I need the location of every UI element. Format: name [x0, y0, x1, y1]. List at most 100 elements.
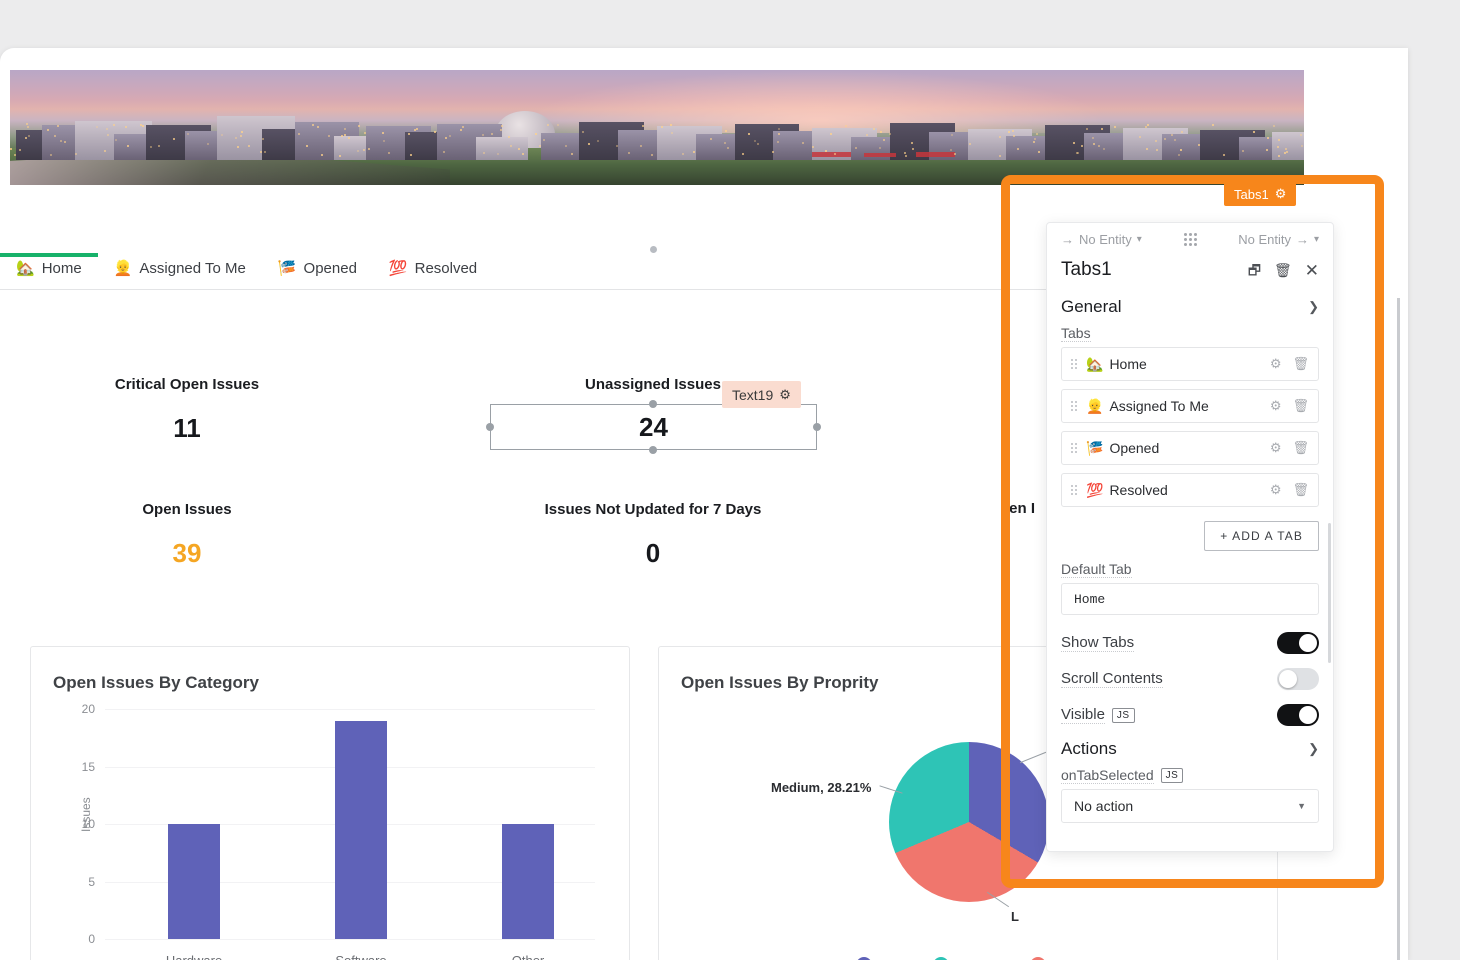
gear-icon[interactable]: ⚙: [1270, 482, 1282, 498]
tab-opened[interactable]: 🎏 Opened: [262, 253, 373, 286]
duplicate-icon[interactable]: 🗗: [1248, 263, 1261, 277]
visible-label: Visible JS: [1061, 706, 1135, 724]
window-light: [1086, 128, 1088, 130]
close-icon[interactable]: ✕: [1305, 262, 1319, 279]
section-header-general[interactable]: General ❯: [1047, 291, 1333, 325]
chevron-down-icon[interactable]: ▾: [1314, 234, 1319, 245]
tab-row-home[interactable]: 🏡 Home ⚙ 🗑: [1061, 347, 1319, 381]
tabs-label-text: Tabs: [1061, 325, 1091, 342]
drag-handle-icon[interactable]: [1071, 401, 1077, 411]
window-light: [482, 134, 484, 136]
gridline-0: 0: [105, 939, 595, 940]
show-tabs-toggle[interactable]: [1277, 632, 1319, 654]
window-light: [368, 148, 370, 150]
tab-row-assigned-to-me[interactable]: 👱 Assigned To Me ⚙ 🗑: [1061, 389, 1319, 423]
window-light: [449, 135, 451, 137]
tab-resolved[interactable]: 💯 Resolved: [373, 253, 493, 286]
gear-icon[interactable]: ⚙: [1270, 356, 1282, 372]
tab-assigned-to-me-label: Assigned To Me: [139, 260, 245, 277]
window-light: [1038, 151, 1040, 153]
trash-icon[interactable]: 🗑: [1292, 356, 1309, 372]
bar-chart-y-axis-label: Issues: [79, 797, 93, 832]
unassigned-issues-widget-selected[interactable]: 24: [490, 404, 817, 450]
show-tabs-row: Show Tabs: [1047, 625, 1333, 661]
tab-row-resolved-label: Resolved: [1109, 482, 1258, 498]
scroll-contents-label-text: Scroll Contents: [1061, 670, 1163, 688]
panel-header: Tabs1 🗗 🗑 ✕: [1047, 255, 1333, 291]
trash-icon[interactable]: 🗑: [1292, 440, 1309, 456]
trash-icon[interactable]: 🗑: [1292, 398, 1309, 414]
properties-panel[interactable]: → No Entity ▾ No Entity → ▾ Tabs1 🗗 🗑 ✕ …: [1046, 222, 1334, 852]
metric-title-open-issues: Open Issues: [62, 501, 312, 518]
window-light: [142, 125, 144, 127]
bar-hardware[interactable]: [168, 824, 220, 939]
tab-assigned-to-me[interactable]: 👱 Assigned To Me: [98, 253, 262, 286]
arrow-right-icon: →: [1296, 232, 1309, 247]
resize-handle-top[interactable]: [649, 400, 657, 408]
widget-label-badge-text19[interactable]: Text19 ⚙: [722, 381, 801, 408]
window-light: [802, 142, 804, 144]
window-light: [221, 134, 223, 136]
window-light: [173, 138, 175, 140]
drag-handle-icon[interactable]: [1071, 485, 1077, 495]
window-light: [358, 125, 360, 127]
js-chip-visible[interactable]: JS: [1112, 708, 1135, 723]
gear-icon[interactable]: ⚙: [1275, 186, 1287, 202]
chevron-down-icon[interactable]: ▼: [1297, 801, 1306, 811]
entity-prev[interactable]: → No Entity ▾: [1061, 232, 1142, 247]
scroll-contents-toggle[interactable]: [1277, 668, 1319, 690]
gear-icon[interactable]: ⚙: [779, 387, 791, 403]
red-structure: [812, 152, 851, 158]
chevron-down-icon[interactable]: ❯: [1308, 741, 1319, 757]
resize-handle-left[interactable]: [486, 423, 494, 431]
add-a-tab-button[interactable]: + ADD A TAB: [1204, 521, 1319, 551]
default-tab-field-label: Default Tab: [1047, 561, 1333, 583]
chevron-down-icon[interactable]: ❯: [1308, 299, 1319, 315]
on-tab-selected-action-select[interactable]: No action ▼: [1061, 789, 1319, 823]
metric-value-open-issues: 39: [62, 538, 312, 569]
banner-resize-handle[interactable]: [650, 246, 657, 253]
window-light: [510, 145, 512, 147]
trash-icon[interactable]: 🗑: [1292, 482, 1309, 498]
action-value-label: No action: [1074, 798, 1133, 814]
window-light: [1284, 152, 1286, 154]
window-light: [1033, 141, 1035, 143]
trash-icon[interactable]: 🗑: [1274, 263, 1292, 277]
resize-handle-right[interactable]: [813, 423, 821, 431]
window-light: [1171, 134, 1173, 136]
window-light: [651, 154, 653, 156]
confetti-icon: 🎏: [1086, 440, 1103, 457]
entity-next[interactable]: No Entity → ▾: [1238, 232, 1319, 247]
page-vertical-scrollbar[interactable]: [1397, 298, 1400, 960]
chevron-down-icon[interactable]: ▾: [1137, 234, 1142, 245]
bar-software[interactable]: [335, 721, 387, 940]
drag-handle-icon[interactable]: [1071, 359, 1077, 369]
pie-slices[interactable]: [889, 742, 1049, 902]
tab-row-resolved[interactable]: 💯 Resolved ⚙ 🗑: [1061, 473, 1319, 507]
grid-dots-icon[interactable]: [1184, 233, 1197, 246]
resize-handle-bottom[interactable]: [649, 446, 657, 454]
hundred-points-icon: 💯: [389, 261, 408, 276]
window-light: [951, 134, 953, 136]
entity-navigation-bar[interactable]: → No Entity ▾ No Entity → ▾: [1047, 223, 1333, 255]
window-light: [597, 140, 599, 142]
tab-row-opened[interactable]: 🎏 Opened ⚙ 🗑: [1061, 431, 1319, 465]
gear-icon[interactable]: ⚙: [1270, 440, 1282, 456]
drag-handle-icon[interactable]: [1071, 443, 1077, 453]
section-header-actions[interactable]: Actions ❯: [1047, 733, 1333, 767]
js-chip-on-tab-selected[interactable]: JS: [1161, 768, 1184, 783]
on-tab-selected-field-label: onTabSelected JS: [1047, 767, 1333, 789]
home-icon: 🏡: [16, 261, 35, 276]
bar-other[interactable]: [502, 824, 554, 939]
gear-icon[interactable]: ⚙: [1270, 398, 1282, 414]
banner-image[interactable]: [10, 70, 1304, 185]
panel-vertical-scrollbar[interactable]: [1328, 523, 1331, 663]
selected-component-pill-tabs1[interactable]: Tabs1 ⚙: [1224, 182, 1296, 206]
window-light: [1223, 154, 1225, 156]
tab-home[interactable]: 🏡 Home: [0, 253, 98, 286]
default-tab-input[interactable]: Home: [1061, 583, 1319, 615]
window-light: [1076, 152, 1078, 154]
visible-toggle[interactable]: [1277, 704, 1319, 726]
window-light: [1212, 124, 1214, 126]
window-light: [1036, 133, 1038, 135]
